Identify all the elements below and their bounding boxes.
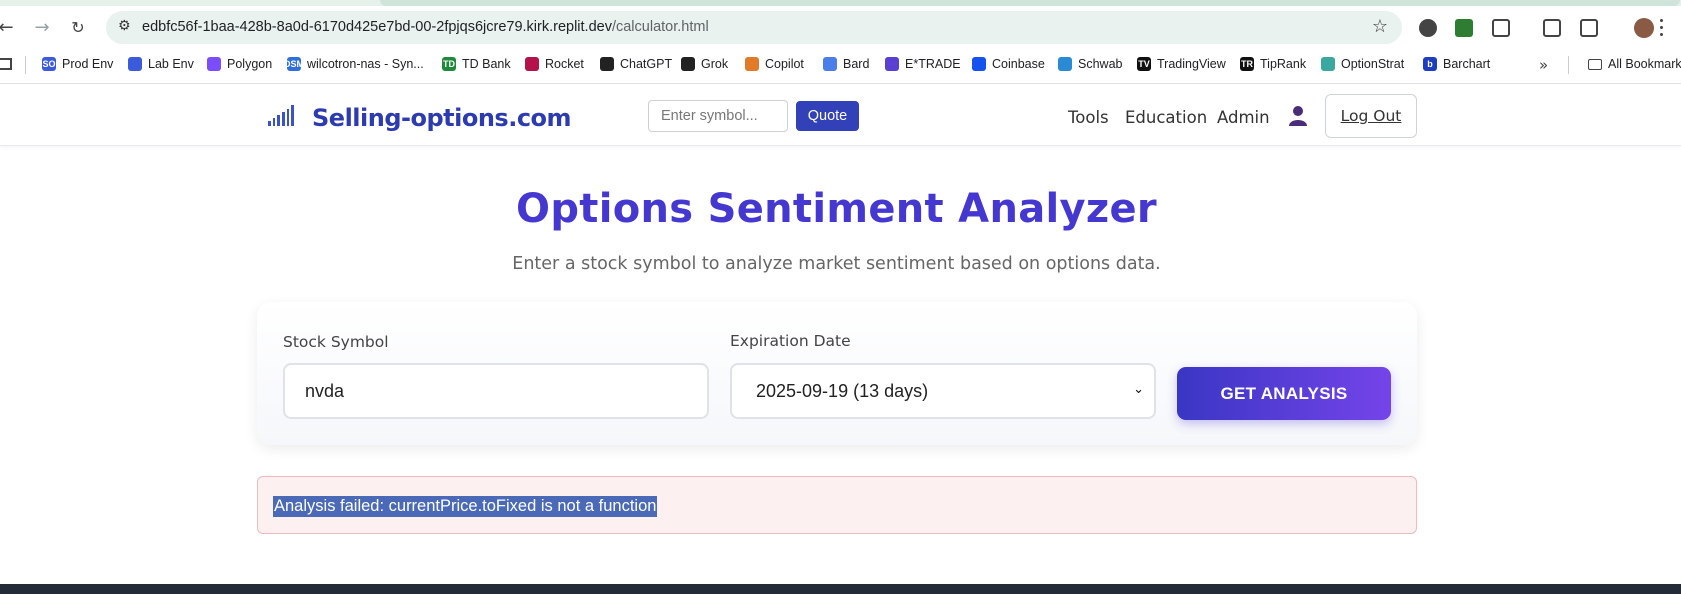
back-icon[interactable]: ←	[0, 15, 18, 39]
bookmarks-divider-right	[1568, 56, 1569, 74]
bookmark-favicon-icon: SO	[42, 57, 56, 71]
bookmark-favicon-icon: DSM	[284, 57, 304, 71]
bookmark-tradingview[interactable]: TV TradingView	[1137, 57, 1226, 71]
bookmarks-bar: SO Prod Env Lab Env Polygon DSM wilcotron-nas…	[0, 46, 1681, 84]
bookmark-favicon-icon: b	[1423, 57, 1437, 71]
apps-grid-icon[interactable]	[0, 58, 12, 70]
bookmark-label: TD Bank	[462, 57, 511, 71]
bookmark-coinbase[interactable]: Coinbase	[972, 57, 1045, 71]
error-message-box: Analysis failed: currentPrice.toFixed is…	[257, 476, 1417, 534]
bookmark-label: TradingView	[1157, 57, 1226, 71]
bookmark-tiprank[interactable]: TR TipRank	[1240, 57, 1306, 71]
error-message-text: Analysis failed: currentPrice.toFixed is…	[273, 496, 658, 517]
expiration-date-label: Expiration Date	[730, 332, 851, 350]
bookmark-favicon-icon: TV	[1137, 57, 1151, 71]
expiration-date-value: 2025-09-19 (13 days)	[756, 380, 929, 401]
nav-tools[interactable]: Tools	[1068, 108, 1109, 127]
bookmark-favicon-icon	[885, 57, 899, 71]
analysis-form-card: Stock Symbol Expiration Date 2025-09-19 …	[257, 302, 1417, 445]
bookmark-label: Rocket	[545, 57, 584, 71]
chevron-down-icon: ⌄	[1133, 382, 1144, 397]
bookmark-prod-env[interactable]: SO Prod Env	[42, 57, 113, 71]
bookmark-label: E*TRADE	[905, 57, 961, 71]
bookmarks-divider	[25, 56, 26, 74]
bookmark-label: Grok	[701, 57, 729, 71]
bookmark-label: wilcotron-nas - Syn...	[307, 57, 424, 71]
site-logo-text[interactable]: Selling-options.com	[312, 104, 572, 132]
bookmark-label: Prod Env	[62, 57, 114, 71]
bookmark-favicon-icon: TR	[1240, 57, 1254, 71]
bookmark-barchart[interactable]: b Barchart	[1423, 57, 1490, 71]
quote-button[interactable]: Quote	[796, 101, 859, 131]
bookmark-lab-env[interactable]: Lab Env	[128, 57, 194, 71]
bookmark-favicon-icon: TD	[442, 57, 456, 71]
bookmark-favicon-icon	[823, 57, 837, 71]
bookmark-label: Barchart	[1443, 57, 1491, 71]
reading-mode-icon[interactable]	[1580, 19, 1598, 37]
bookmark-td-bank[interactable]: TD TD Bank	[442, 57, 511, 71]
bookmark-schwab[interactable]: Schwab	[1058, 57, 1122, 71]
stock-symbol-input[interactable]	[283, 363, 709, 419]
header-symbol-input[interactable]	[648, 100, 788, 132]
folder-icon	[1588, 58, 1602, 70]
page-title: Options Sentiment Analyzer	[516, 186, 1157, 232]
bookmark-favicon-icon	[525, 57, 539, 71]
forward-icon[interactable]: →	[30, 15, 54, 39]
profile-avatar[interactable]	[1634, 18, 1654, 38]
bookmark-favicon-icon	[128, 57, 142, 71]
stock-symbol-label: Stock Symbol	[283, 333, 389, 351]
bookmark-favicon-icon	[207, 57, 221, 71]
expiration-date-select[interactable]: 2025-09-19 (13 days) ⌄	[730, 363, 1156, 419]
more-bookmarks-icon[interactable]: »	[1539, 56, 1548, 74]
chatgpt-extension-icon[interactable]	[1419, 19, 1437, 37]
bookmark-e-trade[interactable]: E*TRADE	[885, 57, 961, 71]
reload-icon[interactable]: ↻	[66, 15, 90, 39]
user-profile-icon[interactable]	[1288, 105, 1308, 127]
bookmark-polygon[interactable]: Polygon	[207, 57, 272, 71]
get-analysis-button[interactable]: GET ANALYSIS	[1177, 367, 1391, 420]
bookmark-bard[interactable]: Bard	[823, 57, 869, 71]
bookmark-copilot[interactable]: Copilot	[745, 57, 804, 71]
bookmark-favicon-icon	[681, 57, 695, 71]
bookmark-wilcotron-nas-syn[interactable]: DSM wilcotron-nas - Syn...	[284, 57, 424, 71]
bookmark-label: ChatGPT	[620, 57, 673, 71]
bookmark-label: Copilot	[765, 57, 804, 71]
bookmark-favicon-icon	[972, 57, 986, 71]
nav-admin[interactable]: Admin	[1217, 108, 1270, 127]
bookmark-label: Coinbase	[992, 57, 1045, 71]
page-subtitle: Enter a stock symbol to analyze market s…	[512, 254, 1161, 274]
bookmark-favicon-icon	[1321, 57, 1335, 71]
menu-icon[interactable]	[1660, 18, 1664, 36]
bookmark-rocket[interactable]: Rocket	[525, 57, 584, 71]
browser-toolbar: ← → ↻ ⚙ edbfc56f-1baa-428b-8a0d-6170d425…	[0, 6, 1681, 46]
bookmark-label: TipRank	[1260, 57, 1307, 71]
bookmark-optionstrat[interactable]: OptionStrat	[1321, 57, 1404, 71]
bookmark-star-icon[interactable]: ☆	[1372, 16, 1388, 37]
url-text[interactable]: edbfc56f-1baa-428b-8a0d-6170d425e7bd-00-…	[142, 19, 709, 35]
site-header: Selling-options.com Quote Tools Educatio…	[0, 84, 1681, 146]
bookmark-label: Schwab	[1078, 57, 1123, 71]
bookmark-label: OptionStrat	[1341, 57, 1405, 71]
logout-button[interactable]: Log Out	[1325, 94, 1417, 138]
tab-search-icon[interactable]	[1543, 19, 1561, 37]
bookmark-chatgpt[interactable]: ChatGPT	[600, 57, 672, 71]
nav-education[interactable]: Education	[1125, 108, 1207, 127]
all-bookmarks-folder[interactable]: All Bookmarks	[1588, 57, 1681, 71]
bookmark-label: Polygon	[227, 57, 273, 71]
bookmark-label: Bard	[843, 57, 870, 71]
green-extension-icon[interactable]	[1455, 19, 1473, 37]
bookmark-favicon-icon	[600, 57, 614, 71]
bookmark-favicon-icon	[1058, 57, 1072, 71]
site-info-icon[interactable]: ⚙	[118, 18, 131, 34]
address-bar[interactable]: ⚙ edbfc56f-1baa-428b-8a0d-6170d425e7bd-0…	[106, 11, 1402, 44]
bookmark-favicon-icon	[745, 57, 759, 71]
all-bookmarks-label: All Bookmarks	[1608, 57, 1681, 71]
extensions-puzzle-icon[interactable]	[1492, 19, 1510, 37]
site-footer	[0, 584, 1681, 594]
bookmark-grok[interactable]: Grok	[681, 57, 728, 71]
bookmark-label: Lab Env	[148, 57, 194, 71]
logo-chart-icon[interactable]	[268, 104, 295, 126]
